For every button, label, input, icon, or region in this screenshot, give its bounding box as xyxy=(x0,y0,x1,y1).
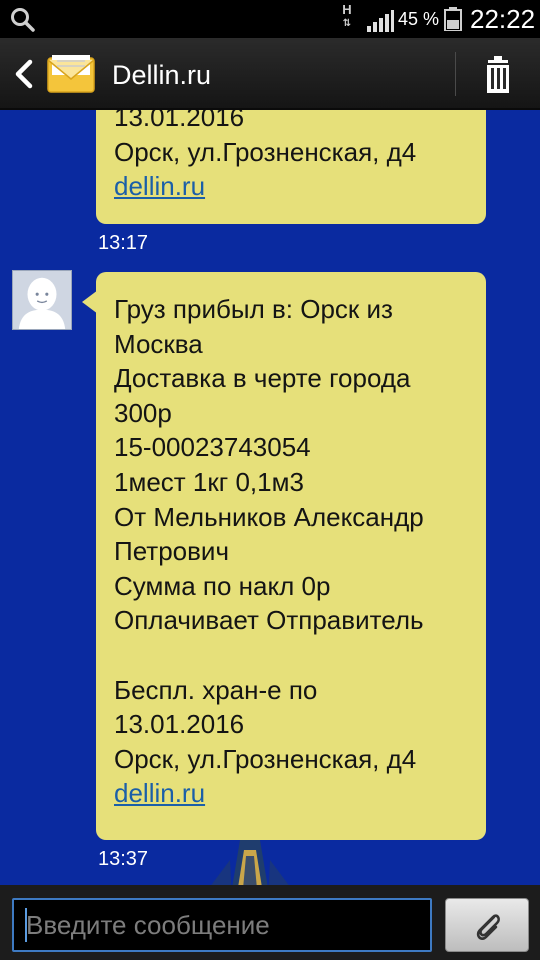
trash-icon[interactable] xyxy=(472,54,524,96)
message-line xyxy=(114,638,486,673)
message-line: Доставка в черте города xyxy=(114,363,411,394)
envelope-icon xyxy=(47,55,95,93)
message-line: Москва xyxy=(114,328,203,359)
message-line: 1мест 1кг 0,1м3 xyxy=(114,466,304,497)
message-line: Орск, ул.Грозненская, д4 xyxy=(114,136,417,167)
signal-strength-icon xyxy=(367,10,394,32)
background-wallpaper xyxy=(211,840,289,885)
network-type-indicator: H ⇅ xyxy=(342,2,352,29)
status-bar: H ⇅ 45 % 22:22 xyxy=(0,0,540,38)
conversation-header: Dellin.ru xyxy=(0,38,540,110)
battery-icon xyxy=(444,7,462,31)
message-line: От Мельников Александр xyxy=(114,501,424,532)
page-title: Dellin.ru xyxy=(112,60,212,90)
message-line: Груз прибыл в: Орск из xyxy=(114,294,393,324)
message-line: Орск, ул.Грозненская, д4 xyxy=(114,743,417,774)
message-list[interactable]: 13.01.2016 Орск, ул.Грозненская, д4 dell… xyxy=(0,110,540,885)
message-line: 300р xyxy=(114,397,172,428)
composer-bar xyxy=(0,885,540,960)
message-line: 13.01.2016 xyxy=(114,709,245,740)
paperclip-icon xyxy=(476,914,500,940)
message-input[interactable] xyxy=(12,898,432,952)
back-icon[interactable] xyxy=(6,52,42,96)
battery-percent: 45 % xyxy=(398,9,440,29)
message-line: 13.01.2016 xyxy=(114,110,245,132)
attach-button[interactable] xyxy=(445,898,529,952)
message-line: 15-00023743054 xyxy=(114,432,311,463)
message-timestamp: 13:37 xyxy=(98,848,149,870)
message-link[interactable]: dellin.ru xyxy=(114,171,205,201)
message-line: Петрович xyxy=(114,536,229,567)
header-divider xyxy=(455,52,456,96)
text-caret xyxy=(25,908,27,942)
clock: 22:22 xyxy=(470,4,536,34)
message-bubble[interactable]: Груз прибыл в: Орск из Москва Доставка в… xyxy=(96,272,486,840)
message-line: Оплачивает Отправитель xyxy=(114,605,424,636)
message-line: Сумма по накл 0р xyxy=(114,570,331,601)
avatar[interactable] xyxy=(12,270,72,330)
message-bubble[interactable]: 13.01.2016 Орск, ул.Грозненская, д4 dell… xyxy=(96,110,486,224)
message-link[interactable]: dellin.ru xyxy=(114,778,205,808)
search-icon[interactable] xyxy=(10,7,36,33)
message-timestamp: 13:17 xyxy=(98,232,149,254)
message-line: Беспл. хран-е по xyxy=(114,674,318,705)
